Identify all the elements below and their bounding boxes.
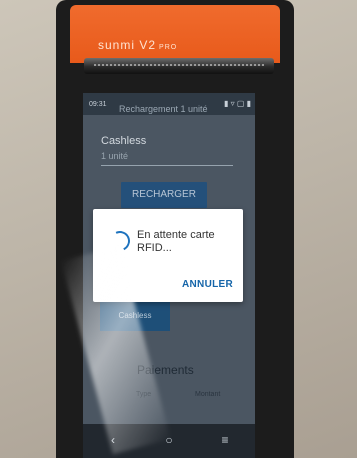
status-icons: ▮ ▿ ▢ ▮ [223,99,251,108]
recharger-button[interactable]: RECHARGER [121,182,207,208]
app-title: Rechargement 1 unité [119,104,208,114]
menu-button[interactable]: ≡ [215,433,235,447]
printer-head [70,5,280,63]
printer-slot [84,58,274,74]
status-time: 09:31 [89,101,107,108]
cashless-input[interactable]: 1 unité [101,151,233,166]
column-header-montant: Montant [195,391,221,398]
device-brand: sunmi V2 [98,38,157,52]
dialog-message: En attente carte RFID... [137,229,215,254]
photo-frame: sunmi V2 PRO 09:31 ▮ ▿ ▢ ▮ Rechargement 1… [0,0,357,458]
cancel-button[interactable]: ANNULER [182,279,233,290]
device-model-suffix: PRO [159,44,178,51]
device-brand-logo: sunmi V2 PRO [98,38,177,52]
cashless-label: Cashless [101,135,147,147]
